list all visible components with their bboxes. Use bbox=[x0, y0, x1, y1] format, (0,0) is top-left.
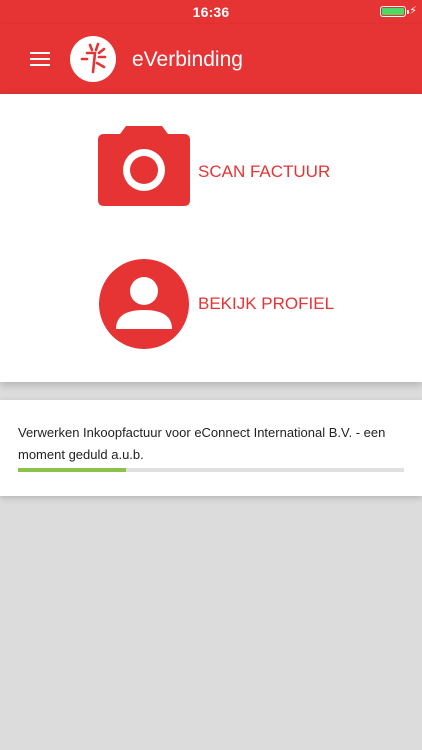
status-time: 16:36 bbox=[192, 4, 230, 20]
battery-level bbox=[382, 8, 404, 15]
everbinding-logo bbox=[70, 36, 116, 82]
scan-invoice-label: SCAN FACTUUR bbox=[198, 162, 331, 181]
charging-icon: ⚡ bbox=[409, 5, 417, 17]
progress-bar bbox=[18, 468, 404, 472]
status-bar: 16:36 ⚡ bbox=[0, 0, 422, 24]
progress-card: Verwerken Inkoopfactuur voor eConnect In… bbox=[0, 400, 422, 496]
scan-invoice-button[interactable]: SCAN FACTUUR bbox=[98, 124, 338, 216]
camera-icon bbox=[98, 126, 190, 206]
progress-fill bbox=[18, 468, 127, 472]
view-profile-label: BEKIJK PROFIEL bbox=[198, 294, 335, 313]
view-profile-button[interactable]: BEKIJK PROFIEL bbox=[98, 258, 338, 350]
app-title: eVerbinding bbox=[132, 48, 243, 71]
app-bar: eVerbinding bbox=[0, 24, 422, 94]
user-profile-icon bbox=[99, 259, 189, 349]
battery-icon bbox=[380, 6, 409, 17]
progress-message: Verwerken Inkoopfactuur voor eConnect In… bbox=[18, 425, 386, 462]
actions-card: SCAN FACTUUR BEKIJK PROFIEL bbox=[0, 94, 422, 382]
menu-icon[interactable] bbox=[20, 47, 60, 71]
logo-mark bbox=[80, 42, 107, 74]
